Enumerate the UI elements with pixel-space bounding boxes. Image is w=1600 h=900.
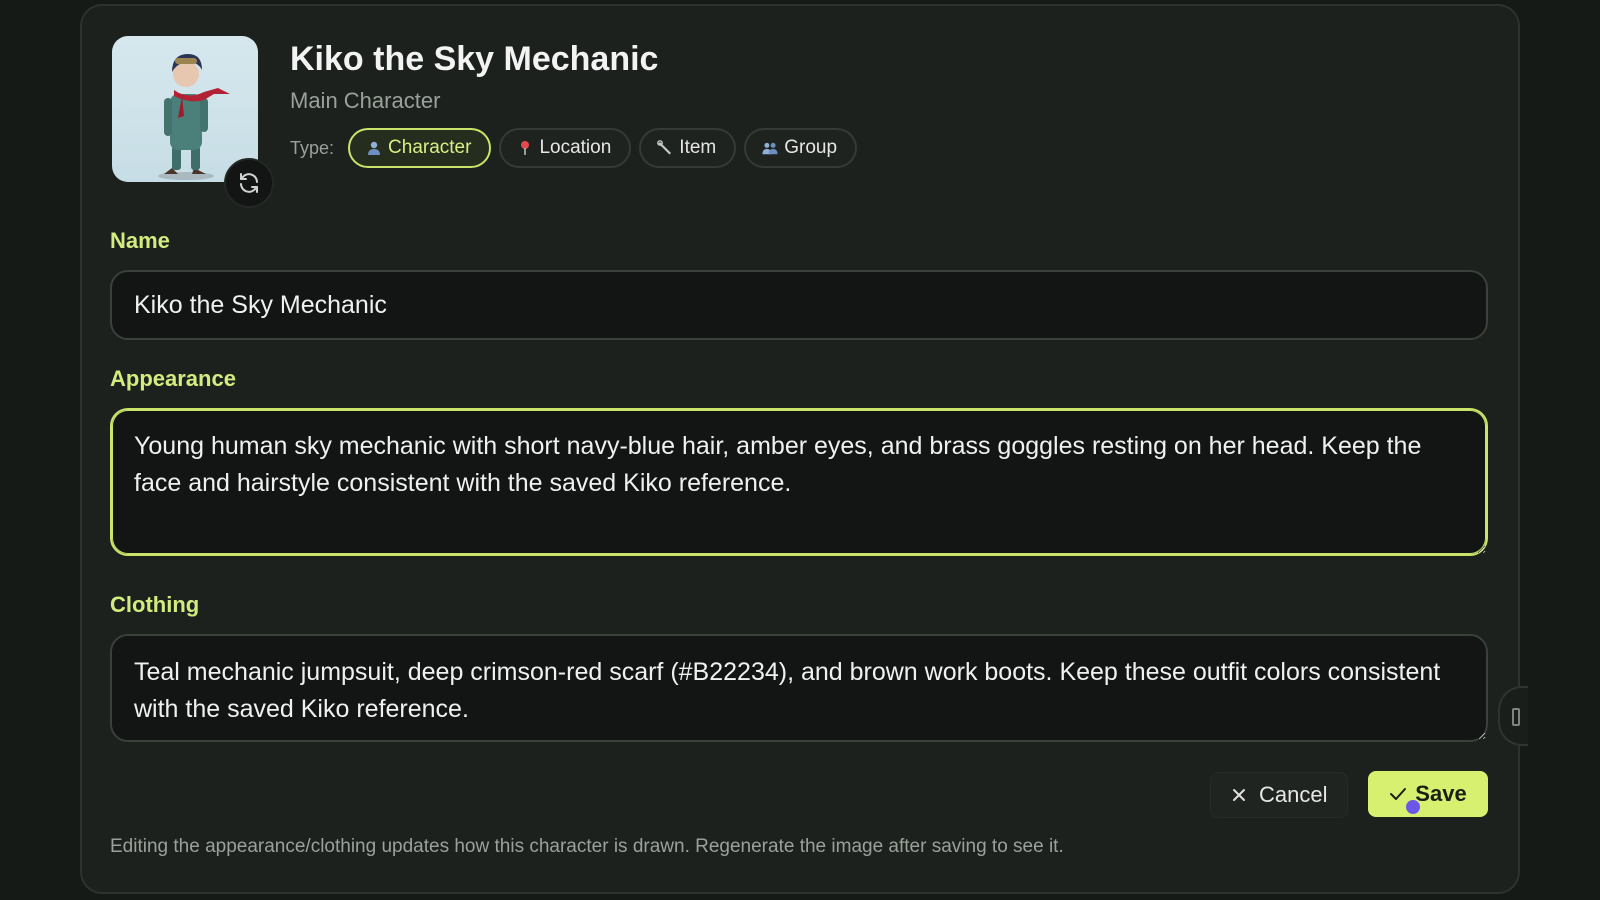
- type-chip-character[interactable]: Character: [348, 128, 492, 168]
- cancel-button[interactable]: Cancel: [1210, 772, 1349, 818]
- type-chip-label: Character: [388, 137, 472, 158]
- close-icon: [1233, 789, 1245, 801]
- type-chip-label: Location: [539, 137, 612, 158]
- name-label: Name: [110, 228, 170, 253]
- type-chip-label: Group: [784, 137, 838, 158]
- appearance-textarea[interactable]: Young human sky mechanic with short navy…: [110, 408, 1488, 556]
- type-chip-group[interactable]: Group: [744, 128, 858, 168]
- group-icon: [762, 140, 778, 156]
- type-chip-location[interactable]: Location: [499, 128, 632, 168]
- wrench-icon: [657, 140, 673, 156]
- save-button[interactable]: Save: [1368, 771, 1488, 817]
- pin-icon: [517, 140, 533, 156]
- type-label: Type:: [290, 137, 335, 158]
- cancel-label: Cancel: [1259, 782, 1328, 807]
- name-input[interactable]: [110, 270, 1488, 340]
- type-selector: Type: Character Location Item Group: [290, 128, 858, 168]
- type-chip-label: Item: [679, 137, 717, 158]
- person-icon: [366, 140, 382, 156]
- bookmark-icon: [1512, 708, 1520, 726]
- mouse-cursor: [1406, 800, 1420, 814]
- check-icon: [1390, 788, 1407, 800]
- refresh-icon: [240, 173, 258, 193]
- save-label: Save: [1415, 781, 1467, 806]
- side-panel-handle[interactable]: [1498, 686, 1528, 746]
- helper-text: Editing the appearance/clothing updates …: [110, 836, 1064, 857]
- entity-subtitle: Main Character: [290, 88, 441, 113]
- appearance-label: Appearance: [110, 366, 236, 391]
- clothing-textarea[interactable]: Teal mechanic jumpsuit, deep crimson-red…: [110, 634, 1488, 742]
- regenerate-image-button[interactable]: [224, 158, 274, 208]
- clothing-label: Clothing: [110, 592, 200, 617]
- entity-title: Kiko the Sky Mechanic: [290, 40, 659, 78]
- type-chip-item[interactable]: Item: [639, 128, 737, 168]
